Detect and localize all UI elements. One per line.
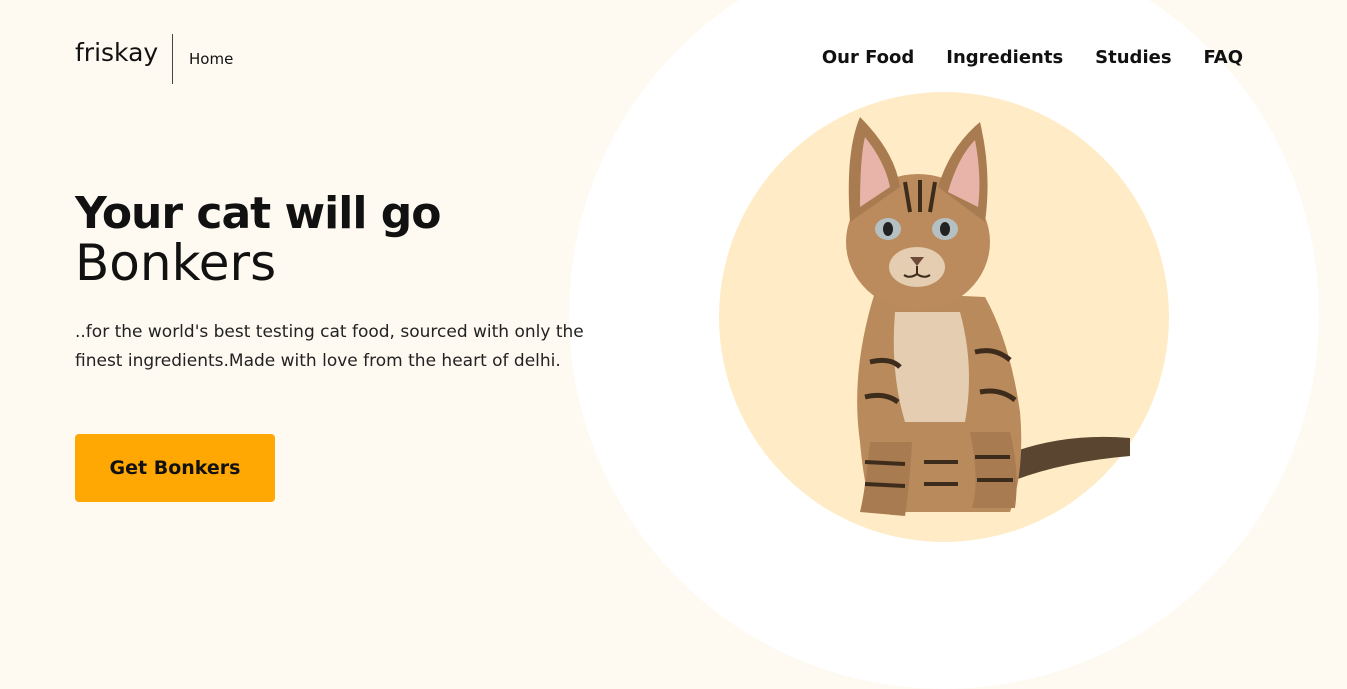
- hero-subheadline: Bonkers: [75, 234, 277, 292]
- get-bonkers-button[interactable]: Get Bonkers: [75, 434, 275, 502]
- kitten-image: [846, 117, 1130, 516]
- home-link[interactable]: Home: [189, 50, 233, 68]
- brand-logo[interactable]: friskay: [75, 38, 158, 67]
- nav-item-studies[interactable]: Studies: [1095, 47, 1171, 68]
- nav-item-faq[interactable]: FAQ: [1204, 47, 1243, 68]
- nav-item-our-food[interactable]: Our Food: [822, 47, 914, 68]
- hero-tagline: ..for the world's best testing cat food,…: [75, 322, 584, 371]
- nav-item-ingredients[interactable]: Ingredients: [946, 47, 1063, 68]
- header-divider: [172, 34, 173, 84]
- main-nav: Our Food Ingredients Studies FAQ: [822, 47, 1243, 68]
- hero-headline: Your cat will go: [75, 188, 441, 239]
